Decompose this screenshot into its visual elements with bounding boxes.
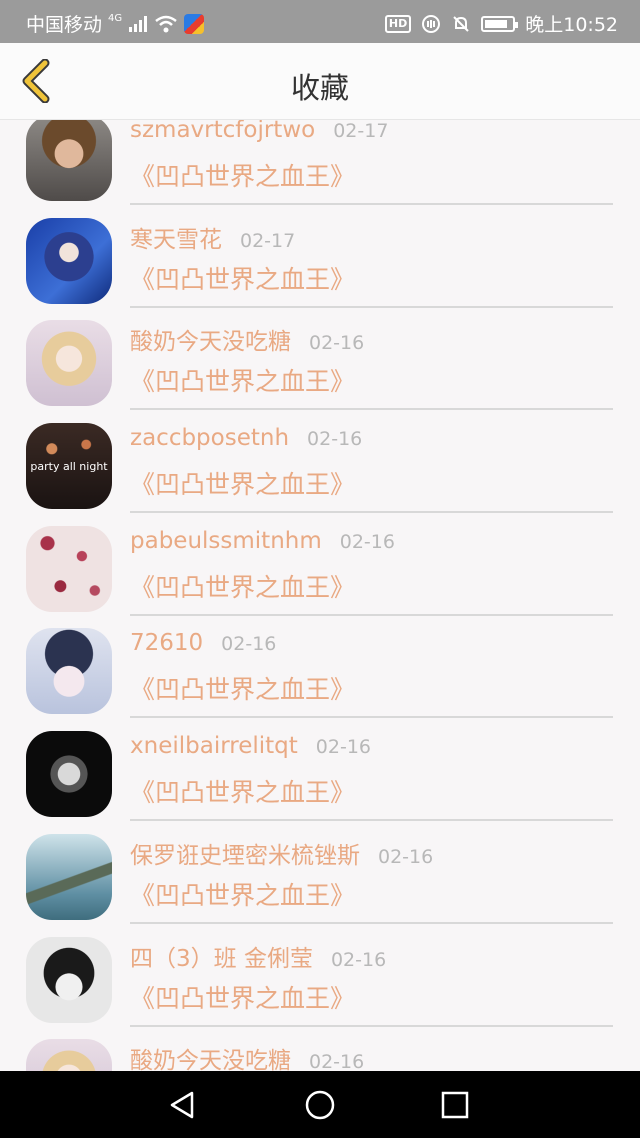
favorites-list[interactable]: szmavrtcfojrtwo 02-17 《凹凸世界之血王》 寒天雪花 02-17… bbox=[0, 120, 640, 1071]
book-title[interactable]: 《凹凸世界之血王》 bbox=[130, 260, 355, 296]
list-item[interactable]: 四（3）班 金俐莹 02-16 《凹凸世界之血王》 bbox=[0, 923, 640, 1027]
username[interactable]: pabeulssmitnhm bbox=[130, 528, 322, 554]
book-title[interactable]: 《凹凸世界之血王》 bbox=[130, 362, 355, 398]
book-title[interactable]: 《凹凸世界之血王》 bbox=[130, 876, 355, 912]
list-item[interactable]: 寒天雪花 02-17 《凹凸世界之血王》 bbox=[0, 204, 640, 308]
list-item[interactable]: 72610 02-16 《凹凸世界之血王》 bbox=[0, 614, 640, 719]
carrier-label: 中国移动 bbox=[26, 14, 103, 36]
list-item[interactable]: xneilbairrelitqt 02-16 《凹凸世界之血王》 bbox=[0, 717, 640, 822]
circle-home-icon bbox=[305, 1090, 335, 1120]
list-item[interactable]: pabeulssmitnhm 02-16 《凹凸世界之血王》 bbox=[0, 512, 640, 616]
date-label: 02-16 bbox=[307, 428, 363, 451]
list-item[interactable]: 酸奶今天没吃糖 02-16 bbox=[0, 1025, 640, 1071]
avatar[interactable] bbox=[26, 217, 112, 304]
list-item[interactable]: szmavrtcfojrtwo 02-17 《凹凸世界之血王》 bbox=[0, 120, 640, 205]
book-title[interactable]: 《凹凸世界之血王》 bbox=[130, 979, 355, 1015]
date-label: 02-16 bbox=[378, 845, 434, 868]
date-label: 02-16 bbox=[339, 530, 395, 553]
username[interactable]: szmavrtcfojrtwo bbox=[130, 120, 315, 143]
book-title[interactable]: 《凹凸世界之血王》 bbox=[130, 465, 355, 501]
username[interactable]: xneilbairrelitqt bbox=[130, 733, 298, 759]
book-title[interactable]: 《凹凸世界之血王》 bbox=[130, 568, 355, 604]
username[interactable]: zaccbposetnh bbox=[130, 425, 289, 451]
header-bar: 收藏 bbox=[0, 43, 640, 120]
book-title[interactable]: 《凹凸世界之血王》 bbox=[130, 670, 355, 706]
battery-icon bbox=[481, 15, 519, 32]
system-nav-bar bbox=[0, 1071, 640, 1138]
list-item[interactable]: party all night zaccbposetnh 02-16 《凹凸世界之… bbox=[0, 409, 640, 514]
avatar[interactable] bbox=[26, 833, 112, 920]
mute-bell-icon bbox=[453, 15, 469, 32]
avatar[interactable] bbox=[26, 1039, 112, 1071]
hd-icon: HD bbox=[384, 14, 412, 33]
signal-icon bbox=[129, 15, 148, 32]
avatar[interactable] bbox=[26, 120, 112, 201]
status-bar: 中国移动 4G HD 晚上10:52 bbox=[0, 0, 640, 43]
avatar[interactable]: party all night bbox=[26, 423, 112, 510]
page-title: 收藏 bbox=[290, 71, 349, 105]
date-label: 02-16 bbox=[309, 1051, 365, 1071]
avatar[interactable] bbox=[26, 525, 112, 612]
avatar[interactable] bbox=[26, 628, 112, 715]
date-label: 02-16 bbox=[330, 948, 387, 971]
username[interactable]: 保罗诳史堙密米梳锉斯 bbox=[130, 836, 360, 870]
square-recents-icon bbox=[441, 1091, 469, 1119]
username[interactable]: 72610 bbox=[130, 630, 203, 656]
date-label: 02-16 bbox=[315, 736, 371, 759]
book-title[interactable]: 《凹凸世界之血王》 bbox=[130, 157, 355, 193]
list-item[interactable]: 酸奶今天没吃糖 02-16 《凹凸世界之血王》 bbox=[0, 306, 640, 411]
avatar[interactable] bbox=[26, 936, 112, 1023]
avatar[interactable] bbox=[26, 731, 112, 818]
date-label: 02-16 bbox=[221, 633, 277, 656]
avatar[interactable] bbox=[26, 320, 112, 407]
username[interactable]: 四（3）班 金俐莹 bbox=[130, 939, 313, 973]
nav-recents-button[interactable] bbox=[439, 1089, 471, 1121]
triangle-back-icon bbox=[170, 1091, 194, 1119]
network-label: 4G bbox=[108, 13, 123, 24]
list-item[interactable]: 保罗诳史堙密米梳锉斯 02-16 《凹凸世界之血王》 bbox=[0, 820, 640, 924]
wifi-icon bbox=[155, 15, 177, 32]
book-title[interactable]: 《凹凸世界之血王》 bbox=[130, 773, 355, 809]
username[interactable]: 酸奶今天没吃糖 bbox=[130, 1041, 291, 1071]
app-notification-icon bbox=[184, 13, 205, 34]
username[interactable]: 酸奶今天没吃糖 bbox=[130, 322, 291, 356]
date-label: 02-16 bbox=[309, 332, 365, 355]
clock: 晚上10:52 bbox=[525, 14, 618, 36]
date-label: 02-17 bbox=[333, 120, 389, 142]
nav-back-button[interactable] bbox=[166, 1089, 198, 1121]
username[interactable]: 寒天雪花 bbox=[130, 220, 222, 254]
date-label: 02-17 bbox=[240, 229, 296, 252]
avatar-caption: party all night bbox=[30, 459, 108, 473]
nav-home-button[interactable] bbox=[304, 1089, 336, 1121]
data-saver-icon bbox=[422, 14, 441, 33]
